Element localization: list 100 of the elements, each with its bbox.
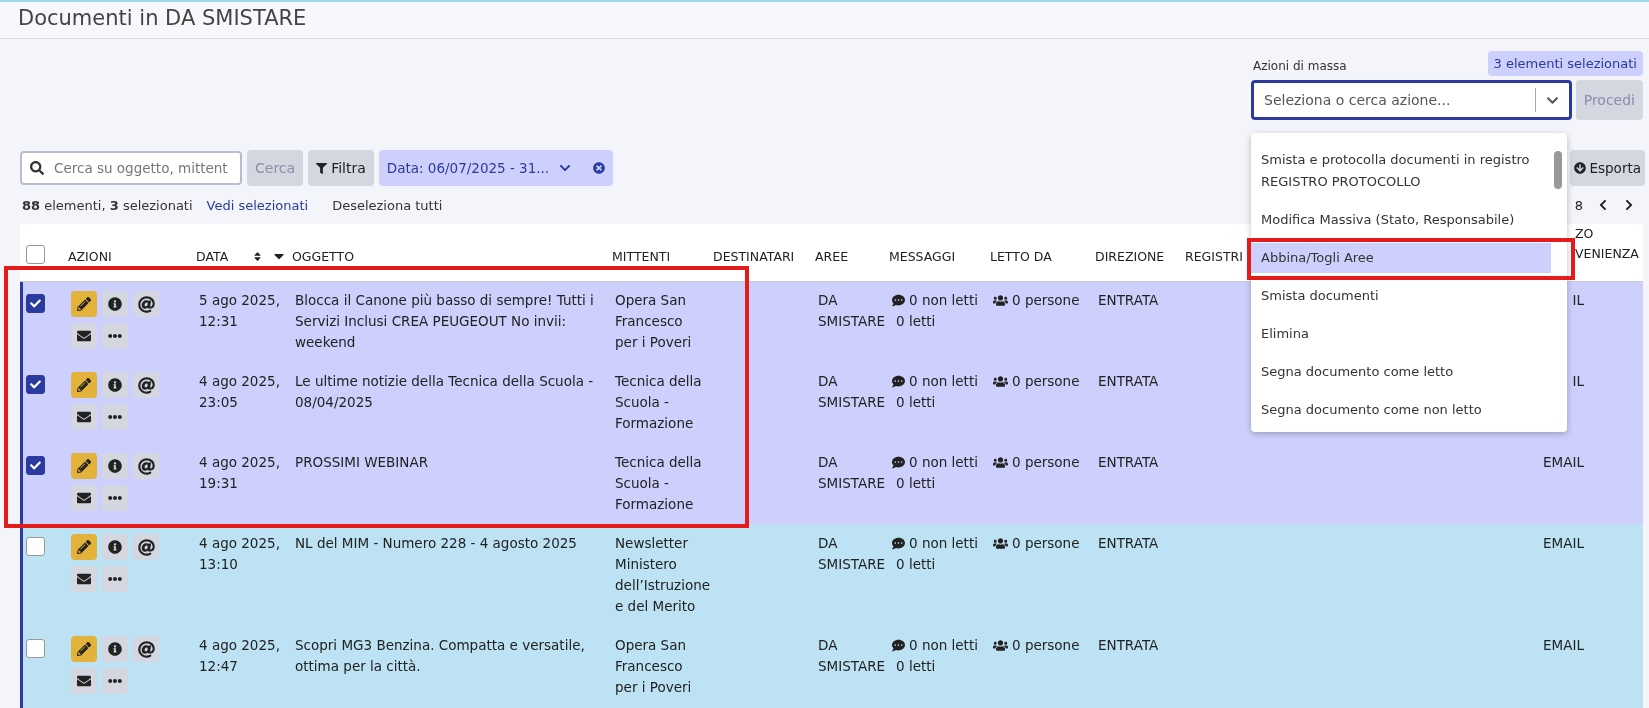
column-header[interactable]: DIREZIONE (1095, 249, 1185, 264)
people-icon (993, 536, 1008, 551)
pencil-icon (77, 642, 91, 656)
people-icon (993, 293, 1008, 308)
more-button[interactable] (102, 566, 128, 592)
mail-button[interactable] (71, 323, 97, 349)
source-cell-text: IL (1571, 372, 1585, 391)
mail-button[interactable] (71, 485, 97, 511)
info-icon (108, 297, 122, 311)
row-checkbox[interactable] (26, 537, 45, 556)
direction-cell-text: ENTRATA (1098, 636, 1160, 655)
unread-count: 0 non letti (909, 453, 978, 472)
table-row[interactable]: 4 ago 2025, 12:47 Scopri MG3 Benzina. Compatta e versatile, ottima per la città. Opera San Francesco per i Poveri DA SMISTARE 0 non letti 0 letti 0 persone ENTRATA EMAIL (20, 627, 1643, 708)
direction-cell-text: ENTRATA (1098, 372, 1160, 391)
mail-button[interactable] (71, 668, 97, 694)
filter-button[interactable]: Filtra (308, 150, 374, 186)
envelope-icon (77, 410, 91, 424)
view-selected-link[interactable]: Vedi selezionati (206, 197, 309, 213)
email-button[interactable] (133, 636, 159, 662)
row-checkbox[interactable] (26, 456, 45, 475)
clear-icon[interactable] (593, 162, 606, 174)
people-icon (993, 374, 1008, 389)
menu-option[interactable]: Smista documenti (1251, 281, 1551, 311)
read-by-count: 0 persone (1012, 534, 1080, 553)
menu-option[interactable]: Elimina (1251, 319, 1551, 349)
column-header[interactable]: MITTENTI (612, 249, 713, 264)
sender-cell-text: Tecnica della Scuola - Formazione (615, 453, 703, 514)
edit-button[interactable] (71, 291, 97, 317)
menu-option[interactable]: Abbina/Togli Aree (1251, 243, 1551, 273)
search-icon (30, 161, 44, 175)
menu-option[interactable]: Segna documento come non letto (1251, 395, 1551, 425)
direction-cell-text: ENTRATA (1098, 534, 1160, 553)
email-button[interactable] (133, 291, 159, 317)
email-button[interactable] (133, 372, 159, 398)
edit-button[interactable] (71, 453, 97, 479)
chat-icon (892, 456, 905, 469)
column-header[interactable]: DATA (196, 248, 235, 264)
info-icon (108, 378, 122, 392)
column-header[interactable]: MESSAGGI (889, 249, 990, 264)
subject-cell-text: NL del MIM - Numero 228 - 4 agosto 2025 (295, 534, 578, 553)
check-icon (30, 379, 41, 390)
pencil-icon (77, 378, 91, 392)
email-button[interactable] (133, 534, 159, 560)
column-header[interactable]: AREE (815, 249, 889, 264)
info-icon (108, 642, 122, 656)
row-checkbox[interactable] (26, 294, 45, 313)
info-button[interactable] (102, 534, 128, 560)
table-row[interactable]: 4 ago 2025, 13:10 NL del MIM - Numero 228 - 4 agosto 2025 Newsletter Ministero dell’Istruzione e del Merito DA SMISTARE 0 non letti 0 letti 0 persone ENTRATA EMAIL (20, 525, 1643, 627)
edit-button[interactable] (71, 636, 97, 662)
bulk-actions-label: Azioni di massa (1253, 59, 1347, 73)
envelope-icon (77, 674, 91, 688)
selection-count-badge: 3 elementi selezionati (1487, 51, 1643, 76)
more-button[interactable] (102, 485, 128, 511)
source-cell-text: EMAIL (1542, 453, 1585, 472)
export-button[interactable]: Esporta (1570, 150, 1645, 186)
menu-option[interactable]: Smista e protocolla documenti in registro REGISTRO PROTOCOLLO (1251, 145, 1551, 197)
info-button[interactable] (102, 291, 128, 317)
mail-button[interactable] (71, 404, 97, 430)
unread-count: 0 non letti (909, 534, 978, 553)
table-row[interactable]: 4 ago 2025, 19:31 PROSSIMI WEBINAR Tecnica della Scuola - Formazione DA SMISTARE 0 non letti 0 letti 0 persone ENTRATA EMAIL (20, 444, 1643, 525)
date-filter-chip[interactable]: Data: 06/07/2025 - 31... (378, 150, 614, 186)
more-button[interactable] (102, 404, 128, 430)
check-icon (30, 298, 41, 309)
column-header[interactable]: OGGETTO (292, 249, 612, 264)
edit-button[interactable] (71, 372, 97, 398)
column-header[interactable]: AZIONI (68, 249, 196, 264)
menu-option[interactable]: Modifica Massiva (Stato, Responsabile) (1251, 205, 1551, 235)
people-icon (993, 455, 1008, 470)
date-cell-text: 4 ago 2025, 13:10 (199, 534, 281, 574)
area-cell-text: DA SMISTARE (818, 291, 887, 331)
filter-icon (316, 162, 328, 174)
column-header[interactable]: LETTO DA (990, 249, 1095, 264)
unread-count: 0 non letti (909, 372, 978, 391)
info-button[interactable] (102, 636, 128, 662)
next-page-icon[interactable] (1623, 199, 1635, 211)
page-count: 8 (1574, 197, 1583, 213)
select-all-checkbox[interactable] (26, 245, 45, 264)
page-title: Documenti in DA SMISTARE (18, 6, 308, 30)
row-checkbox[interactable] (26, 375, 45, 394)
info-button[interactable] (102, 453, 128, 479)
read-count: 0 letti (895, 657, 937, 676)
more-button[interactable] (102, 323, 128, 349)
edit-button[interactable] (71, 534, 97, 560)
email-button[interactable] (133, 453, 159, 479)
previous-page-icon[interactable] (1597, 199, 1609, 211)
read-count: 0 letti (895, 393, 937, 412)
subject-cell-text: Le ultime notizie della Tecnica della Scuola - 08/04/2025 (295, 372, 595, 412)
row-checkbox[interactable] (26, 639, 45, 658)
mail-button[interactable] (71, 566, 97, 592)
date-cell-text: 4 ago 2025, 23:05 (199, 372, 281, 412)
more-button[interactable] (102, 668, 128, 694)
info-button[interactable] (102, 372, 128, 398)
envelope-icon (77, 491, 91, 505)
chat-icon (892, 537, 905, 550)
search-field[interactable]: Cerca su oggetto, mittent (20, 151, 242, 185)
column-header[interactable]: DESTINATARI (713, 249, 815, 264)
deselect-all-link[interactable]: Deseleziona tutti (332, 197, 443, 213)
envelope-icon (77, 572, 91, 586)
action-select[interactable]: Seleziona o cerca azione... (1251, 80, 1572, 120)
read-count: 0 letti (895, 555, 937, 574)
